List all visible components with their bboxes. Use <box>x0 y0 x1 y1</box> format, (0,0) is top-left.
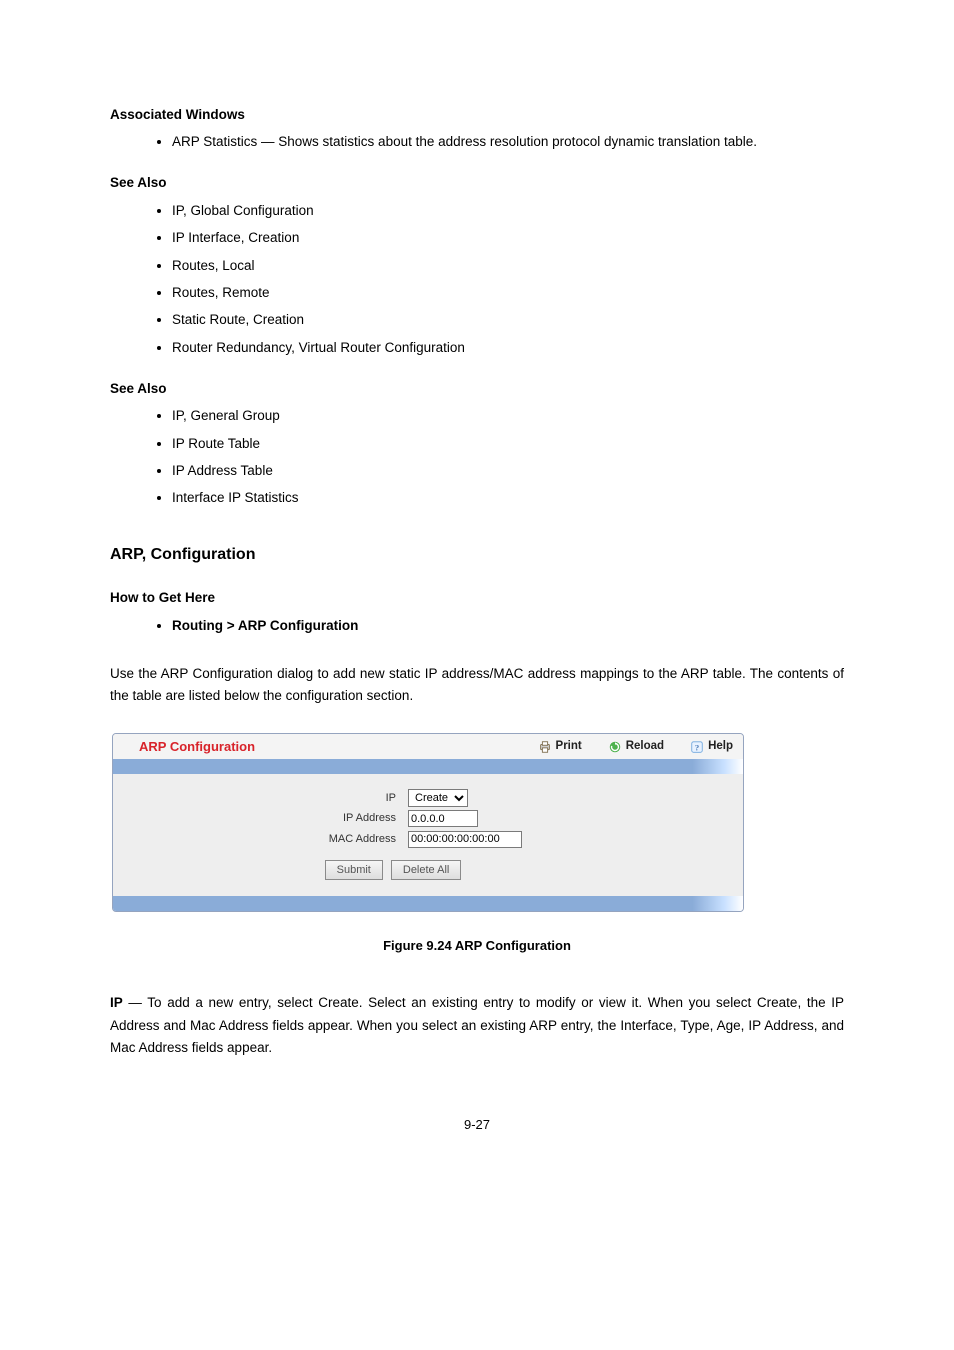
list-item: IP, General Group <box>172 406 844 427</box>
print-label: Print <box>556 738 582 756</box>
list-item: Routes, Remote <box>172 283 844 304</box>
page-number: 9-27 <box>110 1115 844 1135</box>
how-to-get-here-heading: How to Get Here <box>110 588 844 609</box>
ip-select-label: IP <box>113 790 408 807</box>
list-item: ARP Statistics — Shows statistics about … <box>172 132 844 153</box>
divider-bar-top <box>113 759 743 774</box>
figure-arp-configuration: ARP Configuration Print Reload ? <box>110 733 844 912</box>
navigation-path-text: Routing > ARP Configuration <box>172 618 358 633</box>
ip-field-text: — To add a new entry, select Create. Sel… <box>110 995 844 1055</box>
printer-icon <box>538 740 552 754</box>
submit-button[interactable]: Submit <box>325 860 383 880</box>
panel-title: ARP Configuration <box>139 737 255 757</box>
ip-address-label: IP Address <box>113 810 408 827</box>
svg-text:?: ? <box>695 742 699 752</box>
list-item: Static Route, Creation <box>172 310 844 331</box>
list-item: Router Redundancy, Virtual Router Config… <box>172 338 844 359</box>
ip-field-name: IP <box>110 995 123 1010</box>
path-list: Routing > ARP Configuration <box>110 616 844 637</box>
ip-select[interactable]: Create <box>408 789 468 807</box>
see-also-monitoring-heading: See Also <box>110 379 844 400</box>
help-button[interactable]: ? Help <box>690 738 733 756</box>
divider-bar-bottom <box>113 896 743 911</box>
see-also-routing-heading: See Also <box>110 173 844 194</box>
ip-address-input[interactable] <box>408 810 478 827</box>
help-label: Help <box>708 738 733 756</box>
panel-body: IP Create IP Address MAC Address <box>113 774 743 896</box>
reload-button[interactable]: Reload <box>608 738 664 756</box>
figure-caption: Figure 9.24 ARP Configuration <box>110 936 844 956</box>
associated-windows-list: ARP Statistics — Shows statistics about … <box>110 132 844 153</box>
list-item: Interface IP Statistics <box>172 488 844 509</box>
list-item: IP Interface, Creation <box>172 228 844 249</box>
ip-field-description: IP — To add a new entry, select Create. … <box>110 992 844 1059</box>
intro-paragraph: Use the ARP Configuration dialog to add … <box>110 663 844 708</box>
see-also-monitoring-list: IP, General Group IP Route Table IP Addr… <box>110 406 844 509</box>
list-item: IP, Global Configuration <box>172 201 844 222</box>
navigation-path: Routing > ARP Configuration <box>172 616 844 637</box>
delete-all-button[interactable]: Delete All <box>391 860 461 880</box>
help-icon: ? <box>690 740 704 754</box>
list-item: IP Address Table <box>172 461 844 482</box>
mac-address-input[interactable] <box>408 831 522 848</box>
see-also-routing-list: IP, Global Configuration IP Interface, C… <box>110 201 844 359</box>
panel-header: ARP Configuration Print Reload ? <box>113 734 743 759</box>
arp-config-heading: ARP, Configuration <box>110 543 844 568</box>
reload-label: Reload <box>626 738 664 756</box>
reload-icon <box>608 740 622 754</box>
list-item: IP Route Table <box>172 434 844 455</box>
print-button[interactable]: Print <box>538 738 582 756</box>
mac-address-label: MAC Address <box>113 831 408 848</box>
associated-windows-heading: Associated Windows <box>110 105 844 126</box>
list-item: Routes, Local <box>172 256 844 277</box>
